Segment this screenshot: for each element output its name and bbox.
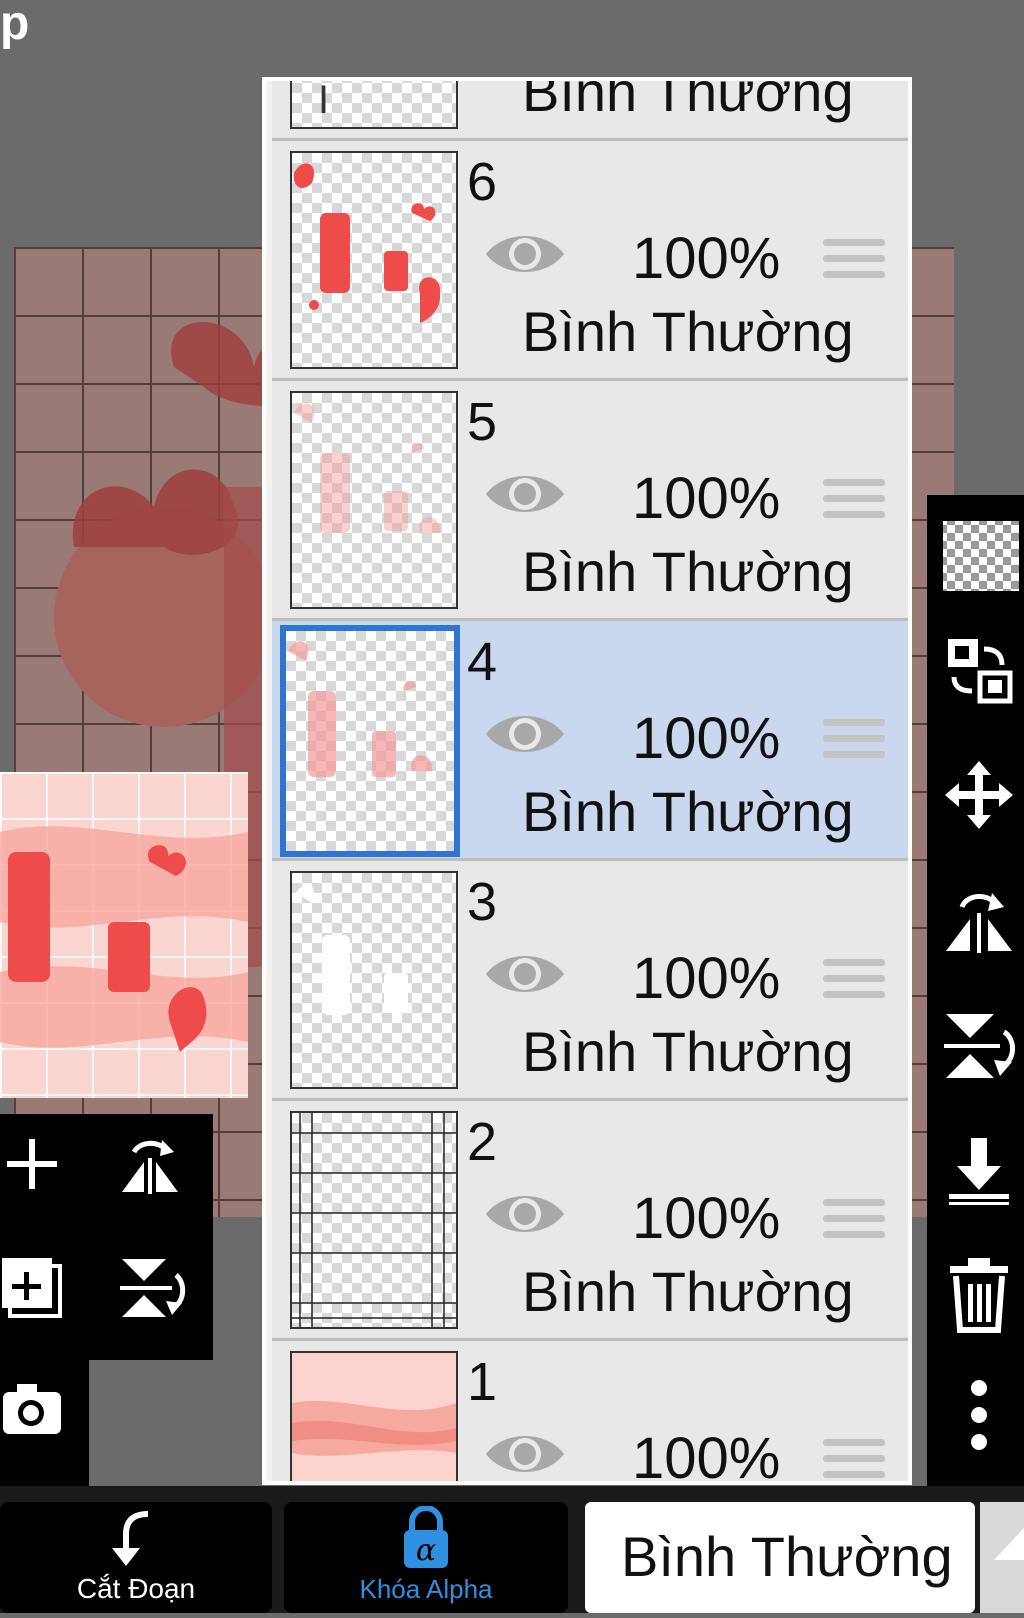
layer-thumbnail[interactable]: I [290, 78, 458, 129]
alpha-lock-label: Khóa Alpha [359, 1574, 493, 1604]
layer-tools-panel [0, 1114, 213, 1360]
canvas-preview [0, 772, 248, 1098]
flip-horizontal-icon[interactable] [939, 880, 1019, 960]
layer-thumbnail[interactable] [290, 391, 458, 609]
layer-thumbnail[interactable] [290, 871, 458, 1089]
transparency-icon[interactable] [939, 515, 1019, 595]
layer-blend-mode[interactable]: Bình Thường [522, 539, 854, 604]
layer-thumbnail[interactable] [280, 625, 460, 857]
add-layer-icon[interactable] [2, 1134, 62, 1194]
layer-row[interactable]: 1100%Bình Thường [272, 1341, 908, 1484]
layer-number: 2 [467, 1112, 498, 1172]
merge-down-icon[interactable] [939, 1130, 1019, 1210]
layer-number: 4 [467, 632, 498, 692]
layer-thumbnail[interactable] [290, 151, 458, 369]
layer-number: 5 [467, 392, 498, 452]
visibility-eye-icon[interactable] [482, 944, 568, 1004]
layer-row[interactable]: 4 100% Bình Thường [272, 621, 908, 861]
layer-row[interactable]: I1100%Bình Thường [272, 78, 908, 141]
alpha-lock-button[interactable]: α Khóa Alpha [284, 1502, 568, 1613]
layer-opacity[interactable]: 100% [632, 1185, 780, 1252]
layer-number: 6 [467, 152, 498, 212]
layer-opacity[interactable]: 100% [632, 945, 780, 1012]
trash-icon[interactable] [939, 1255, 1019, 1335]
layer-blend-mode[interactable]: Bình Thường [522, 299, 854, 364]
layer-blend-mode[interactable]: Bình Thường [522, 81, 854, 124]
lock-alpha-icon: α [404, 1506, 448, 1568]
layer-blend-mode[interactable]: Bình Thường [522, 1259, 854, 1324]
visibility-eye-icon[interactable] [482, 1424, 568, 1484]
app-title-fragment: p [0, 0, 30, 50]
visibility-eye-icon[interactable] [482, 1184, 568, 1244]
drag-handle-icon[interactable] [823, 1199, 885, 1251]
blend-mode-dropdown-arrow[interactable] [980, 1502, 1024, 1613]
visibility-eye-icon[interactable] [482, 224, 568, 284]
layer-number: 1 [467, 1352, 498, 1412]
blend-mode-value: Bình Thường [621, 1525, 953, 1588]
layer-opacity[interactable]: 100% [632, 465, 780, 532]
flip-vertical-icon[interactable] [939, 1005, 1019, 1085]
clip-button[interactable]: Cắt Đoạn [0, 1502, 272, 1613]
layer-panel: I1100%Bình Thường6100%Bình Thường5100%Bì… [262, 77, 912, 1485]
camera-icon[interactable] [0, 1376, 64, 1440]
chevron-up-icon [994, 1528, 1024, 1560]
drag-handle-icon[interactable] [823, 479, 885, 531]
svg-text:I: I [318, 78, 329, 122]
camera-tool-panel [0, 1358, 89, 1486]
layer-row[interactable]: 5 100% Bình Thường [272, 381, 908, 621]
layer-opacity[interactable]: 100% [632, 705, 780, 772]
layer-actions-toolbar [927, 495, 1024, 1486]
layer-blend-mode[interactable]: Bình Thường [522, 779, 854, 844]
bottom-bar: Cắt Đoạn α Khóa Alpha Bình Thường [0, 1486, 1024, 1613]
move-icon[interactable] [939, 755, 1019, 835]
visibility-eye-icon[interactable] [482, 704, 568, 764]
layer-row[interactable]: 6 100% Bình Thường [272, 141, 908, 381]
drag-handle-icon[interactable] [823, 239, 885, 291]
layer-opacity[interactable]: 100% [632, 225, 780, 292]
clip-label: Cắt Đoạn [76, 1573, 196, 1604]
drag-handle-icon[interactable] [823, 959, 885, 1011]
drag-handle-icon[interactable] [823, 719, 885, 771]
more-vert-icon[interactable] [939, 1375, 1019, 1455]
swap-layer-icon[interactable] [939, 630, 1019, 710]
layer-number: 3 [467, 872, 498, 932]
flip-vertical-icon[interactable] [112, 1249, 192, 1325]
blend-mode-select[interactable]: Bình Thường [585, 1502, 975, 1613]
svg-text:α: α [416, 1533, 436, 1568]
layer-thumbnail[interactable] [290, 1351, 458, 1481]
clip-arrow-icon [112, 1511, 149, 1566]
add-layer-copy-icon[interactable] [0, 1254, 62, 1320]
layer-row[interactable]: 3 100% Bình Thường [272, 861, 908, 1101]
layer-opacity[interactable]: 100% [632, 1425, 780, 1481]
layer-blend-mode[interactable]: Bình Thường [522, 1019, 854, 1084]
layer-thumbnail[interactable] [290, 1111, 458, 1329]
drag-handle-icon[interactable] [823, 1439, 885, 1481]
layer-row[interactable]: 2 100% Bình Thường [272, 1101, 908, 1341]
visibility-eye-icon[interactable] [482, 464, 568, 524]
flip-horizontal-icon[interactable] [110, 1129, 190, 1199]
